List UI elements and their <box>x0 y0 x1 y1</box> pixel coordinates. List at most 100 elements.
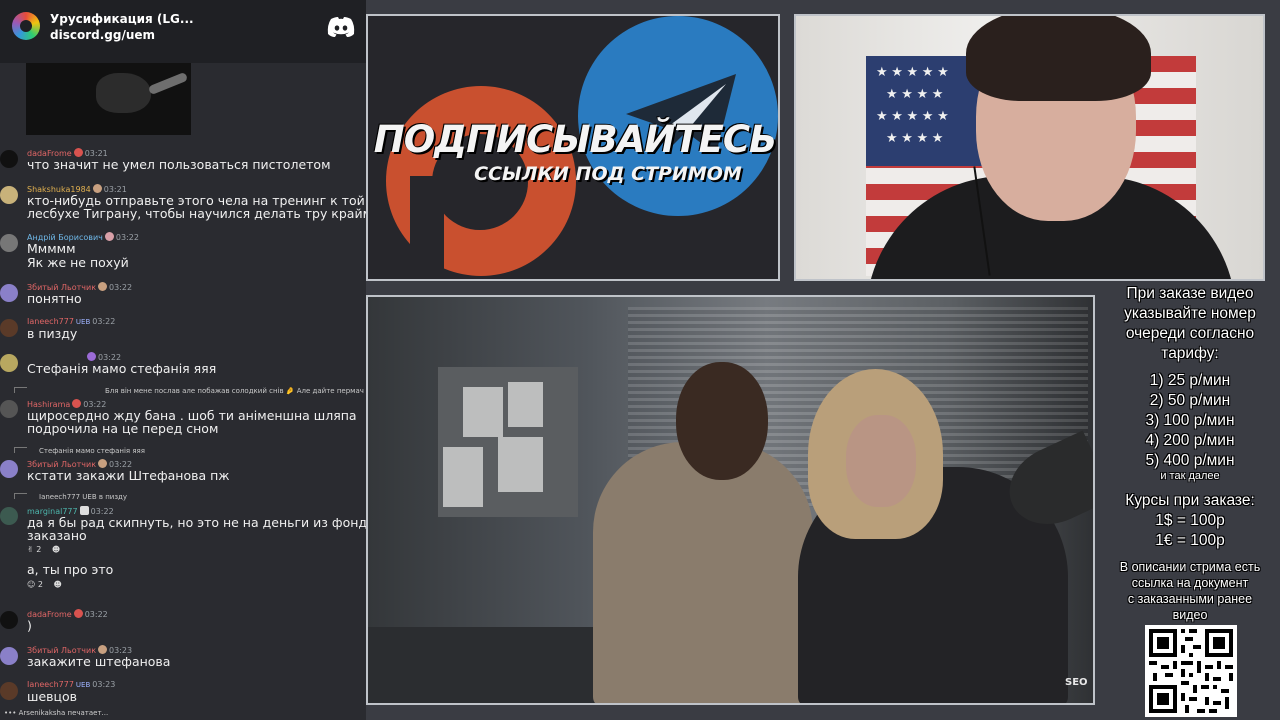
server-name: Урусификация (LG... <box>50 12 194 26</box>
webcam-feed: ★ ★ ★ ★ ★ ★ ★ ★ ★ ★ ★ ★ ★ ★ ★ ★ ★ ★ <box>794 14 1265 281</box>
reply-text: Стефанія мамо стефанія яяя <box>39 447 145 455</box>
description-note-line: ссылка на документ <box>1131 576 1249 590</box>
message-text: в пизду <box>27 326 78 341</box>
role-badge-icon <box>87 352 96 361</box>
order-note-line: При заказе видео <box>1126 285 1254 302</box>
rates-title: Курсы при заказе: <box>1125 492 1255 509</box>
hand-shape <box>96 73 151 113</box>
message-text: Ммммм <box>27 241 76 256</box>
message-text: а, ты про это <box>27 562 114 577</box>
avatar[interactable] <box>0 682 18 700</box>
patreon-logo-stem <box>410 176 444 279</box>
typing-indicator: ••• Arsenikaksha печатает... <box>4 709 108 717</box>
message-text: подрочила на це перед сном <box>27 421 219 436</box>
message-text: понятно <box>27 291 82 306</box>
avatar[interactable] <box>0 319 18 337</box>
description-note-line: видео <box>1172 608 1208 622</box>
smile-emoji-icon[interactable]: ☻ <box>54 580 62 589</box>
tariff-line: 5) 400 р/мин <box>1145 452 1235 469</box>
avatar[interactable] <box>0 507 18 525</box>
username[interactable]: dadaFrome <box>27 610 72 619</box>
role-badge-icon <box>73 609 83 618</box>
board-paper <box>443 447 483 507</box>
clap-emoji-icon: ✌ <box>27 545 34 554</box>
message-text: Стефанія мамо стефанія яяя <box>27 361 217 376</box>
order-note-line: очереди согласно <box>1125 325 1255 342</box>
avatar[interactable] <box>0 284 18 302</box>
message-text: Як же не похуй <box>27 255 129 270</box>
role-badge-icon <box>98 645 108 654</box>
tariff-line: 4) 200 р/мин <box>1145 432 1235 449</box>
avatar[interactable] <box>0 400 18 418</box>
role-badge-icon <box>98 282 108 291</box>
video-player[interactable]: SEO <box>366 295 1095 705</box>
board-paper <box>463 387 503 437</box>
avatar[interactable] <box>0 150 18 168</box>
message-text: лесбухе Тиграну, чтобы научился делать т… <box>27 206 366 221</box>
reaction-pill[interactable]: ✌ 2 ☻ <box>27 545 60 554</box>
username[interactable]: Ianeech777 <box>27 680 74 689</box>
smile-emoji-icon[interactable]: ☻ <box>52 545 60 554</box>
promo-title: ПОДПИСЫВАЙТЕСЬ <box>373 118 777 161</box>
role-badge-icon <box>98 459 108 468</box>
message-meta: dadaFrome 03:22 <box>27 609 108 619</box>
image-attachment[interactable] <box>26 63 191 135</box>
promo-subtitle: ССЫЛКИ ПОД СТРИМОМ <box>474 163 742 185</box>
message-meta: Ianeech777 UEB 03:23 <box>27 680 115 689</box>
streamer-hair <box>966 16 1151 101</box>
avatar[interactable] <box>0 354 18 372</box>
video-watermark: SEO <box>1065 677 1088 688</box>
timestamp: 03:22 <box>92 317 116 326</box>
avatar[interactable] <box>0 611 18 629</box>
rate-line: 1€ = 100р <box>1155 532 1225 549</box>
reaction-count: 2 <box>36 545 42 554</box>
microphone-shape <box>147 71 189 96</box>
message-meta: Ianeech777 UEB 03:22 <box>27 317 115 326</box>
board-paper <box>498 437 543 492</box>
typing-dots-icon: ••• <box>4 709 17 717</box>
tariff-line: 3) 100 р/мин <box>1145 412 1235 429</box>
avatar[interactable] <box>0 647 18 665</box>
reply-preview[interactable]: Стефанія мамо стефанія яяя <box>14 447 145 455</box>
server-invite-link[interactable]: discord.gg/uem <box>50 28 155 42</box>
role-badge-icon <box>72 399 82 408</box>
promo-banner: ПОДПИСЫВАЙТЕСЬ ССЫЛКИ ПОД СТРИМОМ <box>366 14 780 281</box>
order-note-line: тарифу: <box>1161 345 1219 362</box>
tariff-line: 2) 50 р/мин <box>1149 392 1231 409</box>
username[interactable]: Ianeech777 <box>27 317 74 326</box>
message-text: закажите штефанова <box>27 654 171 669</box>
role-badge-icon <box>104 232 114 241</box>
qr-code[interactable] <box>1145 625 1237 717</box>
avatar[interactable] <box>0 460 18 478</box>
message-text: ) <box>27 618 32 633</box>
message-text: что значит не умел пользоваться пистолет… <box>27 157 331 172</box>
timestamp: 03:22 <box>109 283 133 292</box>
avatar[interactable] <box>0 186 18 204</box>
reaction-count: 2 <box>37 580 43 589</box>
tariff-more: и так далее <box>1160 470 1220 482</box>
qr-code-icon <box>1145 625 1237 717</box>
message-text: шевцов <box>27 689 78 704</box>
avatar[interactable] <box>0 234 18 252</box>
server-header[interactable]: Урусификация (LG... discord.gg/uem <box>0 0 366 63</box>
timestamp: 03:22 <box>115 233 139 242</box>
chat-panel: Урусификация (LG... discord.gg/uem dadaF… <box>0 0 366 720</box>
message-text: кстати закажи Штефанова пж <box>27 468 230 483</box>
reply-text: Бля він мене послав але побажав солодкий… <box>105 387 366 395</box>
discord-logo-icon <box>327 17 355 37</box>
reply-preview[interactable]: Бля він мене послав але побажав солодкий… <box>14 387 366 395</box>
reply-text: Ianeech777 UEB в пизду <box>39 493 128 501</box>
reply-preview[interactable]: Ianeech777 UEB в пизду <box>14 493 127 501</box>
woman-face <box>846 415 916 507</box>
reaction-pill[interactable]: ☺ 2 ☻ <box>27 580 62 589</box>
role-badge-icon <box>73 148 83 157</box>
man-figure <box>593 442 813 703</box>
server-tag: UEB <box>75 318 91 326</box>
tariff-line: 1) 25 р/мин <box>1149 372 1231 389</box>
order-note-line: указывайте номер <box>1124 305 1256 322</box>
man-head <box>676 362 768 480</box>
server-icon <box>12 12 40 40</box>
role-badge-icon <box>92 184 102 193</box>
timestamp: 03:23 <box>92 680 116 689</box>
rate-line: 1$ = 100р <box>1155 512 1225 529</box>
